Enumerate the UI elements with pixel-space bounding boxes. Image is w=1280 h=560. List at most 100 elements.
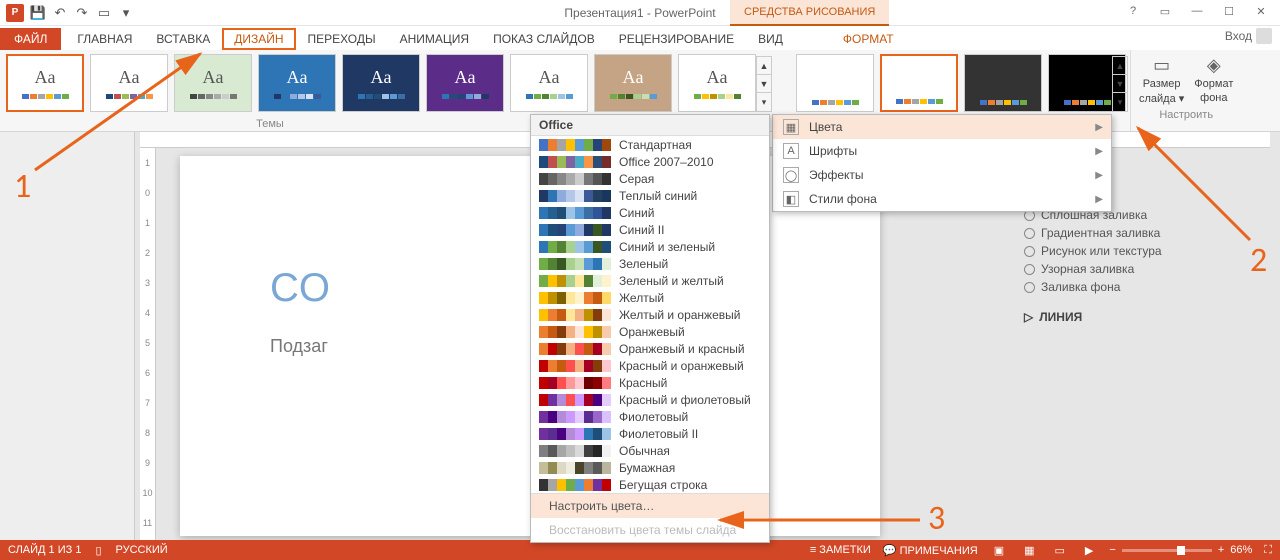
notes-button[interactable]: ≡ ЗАМЕТКИ [810, 544, 871, 556]
help-icon[interactable]: ? [1118, 0, 1148, 22]
close-icon[interactable]: ✕ [1246, 0, 1276, 22]
zoom-value[interactable]: 66% [1230, 544, 1252, 556]
tab-view[interactable]: ВИД [746, 28, 795, 50]
tab-home[interactable]: ГЛАВНАЯ [65, 28, 144, 50]
slideshow-view-icon[interactable]: ▶ [1081, 544, 1097, 557]
slide-size-icon: ▭ [1151, 54, 1173, 76]
slide-size-button[interactable]: ▭ Размер слайда ▾ [1139, 54, 1184, 105]
variant-thumb[interactable] [880, 54, 958, 112]
color-scheme-item[interactable]: Синий [531, 204, 769, 221]
slide-thumbnail-pane[interactable] [0, 132, 135, 540]
theme-thumb[interactable]: Aa [678, 54, 756, 112]
zoom-in-icon[interactable]: + [1218, 544, 1224, 556]
variants-more-icon[interactable]: ▾ [1113, 93, 1127, 111]
minimize-icon[interactable]: — [1182, 0, 1212, 22]
ruler-vertical: 101234567891011 [140, 148, 156, 540]
fill-gradient-radio[interactable]: Градиентная заливка [1024, 224, 1264, 242]
chevron-right-icon: ▶ [1095, 146, 1103, 157]
sorter-view-icon[interactable]: ▦ [1020, 544, 1038, 557]
color-scheme-item[interactable]: Стандартная [531, 136, 769, 153]
quick-access-toolbar: P 💾 ↶ ↷ ▭ ▾ [0, 4, 140, 22]
theme-thumb[interactable]: Aa [258, 54, 336, 112]
variants-up-icon[interactable]: ▲ [1113, 57, 1127, 75]
avatar-icon [1256, 28, 1272, 44]
tab-transitions[interactable]: ПЕРЕХОДЫ [296, 28, 388, 50]
color-scheme-item[interactable]: Бумажная [531, 459, 769, 476]
comments-button[interactable]: 💬 ПРИМЕЧАНИЯ [883, 544, 978, 557]
gallery-more-icon[interactable]: ▾ [757, 93, 771, 111]
tab-format[interactable]: ФОРМАТ [831, 28, 906, 50]
color-scheme-item[interactable]: Фиолетовый II [531, 425, 769, 442]
color-scheme-item[interactable]: Оранжевый [531, 323, 769, 340]
menu-bg-styles[interactable]: ◧ Стили фона ▶ [773, 187, 1111, 211]
ribbon-options-icon[interactable]: ▭ [1150, 0, 1180, 22]
normal-view-icon[interactable]: ▣ [990, 544, 1008, 557]
window-controls: ? ▭ — ☐ ✕ [1118, 0, 1276, 22]
variant-thumb[interactable] [964, 54, 1042, 112]
fill-picture-radio[interactable]: Рисунок или текстура [1024, 242, 1264, 260]
tab-review[interactable]: РЕЦЕНЗИРОВАНИЕ [607, 28, 746, 50]
tab-design[interactable]: ДИЗАЙН [222, 28, 295, 50]
color-scheme-item[interactable]: Синий II [531, 221, 769, 238]
zoom-slider[interactable]: − + 66% [1109, 544, 1252, 556]
save-icon[interactable]: 💾 [30, 5, 46, 21]
tab-animations[interactable]: АНИМАЦИЯ [388, 28, 481, 50]
color-scheme-item[interactable]: Серая [531, 170, 769, 187]
theme-thumb[interactable]: Aa [90, 54, 168, 112]
color-scheme-item[interactable]: Обычная [531, 442, 769, 459]
fill-pattern-radio[interactable]: Узорная заливка [1024, 260, 1264, 278]
chevron-right-icon: ▶ [1095, 194, 1103, 205]
reading-view-icon[interactable]: ▭ [1051, 544, 1069, 557]
gallery-up-icon[interactable]: ▲ [757, 57, 771, 75]
color-scheme-item[interactable]: Бегущая строка [531, 476, 769, 493]
color-scheme-list[interactable]: СтандартнаяOffice 2007–2010СераяТеплый с… [531, 136, 769, 493]
menu-colors[interactable]: ▦ Цвета ▶ [773, 115, 1111, 139]
theme-thumb[interactable]: Aa [426, 54, 504, 112]
color-scheme-item[interactable]: Зеленый [531, 255, 769, 272]
menu-bg-styles-label: Стили фона [809, 192, 877, 206]
color-scheme-item[interactable]: Желтый [531, 289, 769, 306]
tab-slideshow[interactable]: ПОКАЗ СЛАЙДОВ [481, 28, 607, 50]
fit-to-window-icon[interactable]: ⛶ [1264, 544, 1272, 557]
theme-thumb[interactable]: Aa [342, 54, 420, 112]
qat-dropdown-icon[interactable]: ▾ [118, 5, 134, 21]
spellcheck-icon[interactable]: ▯ [95, 544, 101, 557]
color-scheme-item[interactable]: Красный [531, 374, 769, 391]
customize-colors-item[interactable]: Настроить цвета… [531, 494, 769, 518]
color-scheme-item[interactable]: Желтый и оранжевый [531, 306, 769, 323]
gallery-down-icon[interactable]: ▼ [757, 75, 771, 93]
line-section-header[interactable]: ▷ЛИНИЯ [1024, 310, 1264, 324]
color-scheme-item[interactable]: Синий и зеленый [531, 238, 769, 255]
theme-thumb[interactable]: Aa [174, 54, 252, 112]
zoom-out-icon[interactable]: − [1109, 544, 1115, 556]
color-scheme-item[interactable]: Фиолетовый [531, 408, 769, 425]
theme-thumb[interactable]: Aa [510, 54, 588, 112]
format-background-button[interactable]: ◈ Формат фона [1194, 54, 1233, 105]
color-scheme-item[interactable]: Office 2007–2010 [531, 153, 769, 170]
status-language[interactable]: РУССКИЙ [116, 544, 168, 556]
fonts-icon: A [783, 143, 799, 159]
color-scheme-item[interactable]: Красный и оранжевый [531, 357, 769, 374]
fill-slidebg-radio[interactable]: Заливка фона [1024, 278, 1264, 296]
tab-file[interactable]: ФАЙЛ [0, 28, 61, 50]
redo-icon[interactable]: ↷ [74, 5, 90, 21]
theme-thumb[interactable]: Aa [594, 54, 672, 112]
color-scheme-item[interactable]: Теплый синий [531, 187, 769, 204]
color-scheme-item[interactable]: Зеленый и желтый [531, 272, 769, 289]
sign-in[interactable]: Вход [1225, 28, 1272, 44]
sign-in-label: Вход [1225, 29, 1252, 43]
tab-insert[interactable]: ВСТАВКА [144, 28, 222, 50]
undo-icon[interactable]: ↶ [52, 5, 68, 21]
theme-thumb[interactable]: Aa [6, 54, 84, 112]
start-slideshow-icon[interactable]: ▭ [96, 5, 112, 21]
color-scheme-item[interactable]: Красный и фиолетовый [531, 391, 769, 408]
menu-fonts[interactable]: A Шрифты ▶ [773, 139, 1111, 163]
zoom-thumb[interactable] [1177, 546, 1185, 555]
dropdown-footer: Настроить цвета… Восстановить цвета темы… [531, 493, 769, 542]
variants-down-icon[interactable]: ▼ [1113, 75, 1127, 93]
maximize-icon[interactable]: ☐ [1214, 0, 1244, 22]
menu-effects[interactable]: ◯ Эффекты ▶ [773, 163, 1111, 187]
variant-thumb[interactable] [796, 54, 874, 112]
zoom-track[interactable] [1122, 549, 1212, 552]
color-scheme-item[interactable]: Оранжевый и красный [531, 340, 769, 357]
